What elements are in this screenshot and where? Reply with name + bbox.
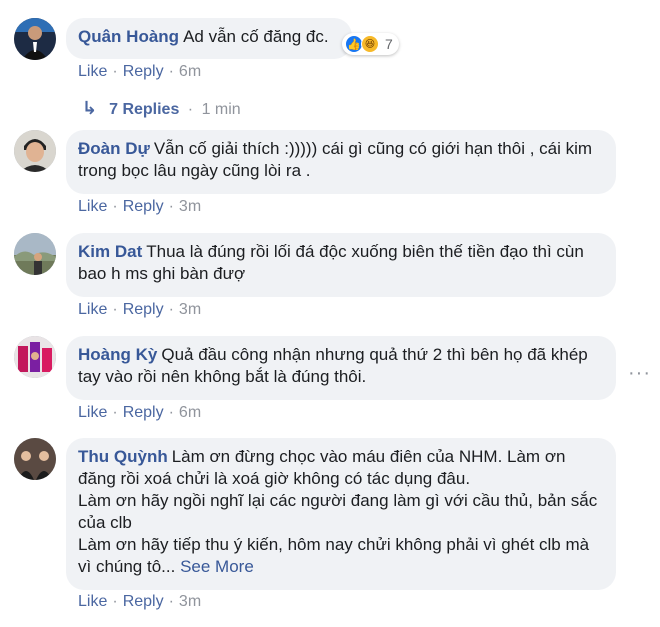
timestamp[interactable]: 3m xyxy=(179,301,201,318)
separator: · xyxy=(112,301,118,318)
avatar[interactable] xyxy=(14,18,56,60)
commenter-name[interactable]: Hoàng Kỳ xyxy=(78,345,157,364)
haha-icon: 😆 xyxy=(361,35,379,53)
avatar-photo xyxy=(14,233,56,275)
like-link[interactable]: Like xyxy=(78,301,107,318)
reply-link[interactable]: Reply xyxy=(123,63,164,80)
more-options-icon[interactable]: ··· xyxy=(628,362,651,385)
reaction-summary[interactable]: 👍 😆 7 xyxy=(342,33,399,55)
comment-text: Ad vẫn cố đăng đc. xyxy=(183,27,329,46)
avatar[interactable] xyxy=(14,438,56,480)
avatar[interactable] xyxy=(14,130,56,172)
reply-link[interactable]: Reply xyxy=(123,404,164,421)
reply-link[interactable]: Reply xyxy=(123,593,164,610)
separator: · xyxy=(112,63,118,80)
comment-bubble: Thu Quỳnh Làm ơn đừng chọc vào máu điên c… xyxy=(66,438,616,590)
timestamp[interactable]: 3m xyxy=(179,198,201,215)
comment-text: Thua là đúng rồi lối đá độc xuống biên t… xyxy=(78,242,584,283)
separator: · xyxy=(112,198,118,215)
comment-bubble: Quân Hoàng Ad vẫn cố đăng đc. xyxy=(66,18,352,59)
comment-bubble: Kim Dat Thua là đúng rồi lối đá độc xuống… xyxy=(66,233,616,297)
timestamp[interactable]: 6m xyxy=(179,404,201,421)
replies-time: 1 min xyxy=(201,101,241,118)
reaction-count: 7 xyxy=(385,36,393,52)
like-link[interactable]: Like xyxy=(78,593,107,610)
separator: · xyxy=(112,593,118,610)
separator: · xyxy=(168,63,174,80)
separator: · xyxy=(112,404,118,421)
comment-bubble: Đoàn Dự Vẫn cố giải thích :))))) cái gì c… xyxy=(66,130,616,194)
like-link[interactable]: Like xyxy=(78,404,107,421)
commenter-name[interactable]: Thu Quỳnh xyxy=(78,447,168,466)
separator: · xyxy=(168,198,174,215)
replies-count[interactable]: 7 Replies xyxy=(109,101,179,118)
comment-text-line-2: Làm ơn hãy ngồi nghĩ lại các người đang … xyxy=(78,491,598,532)
comment-actions: Like · Reply · 6m xyxy=(78,404,201,422)
replies-separator: · xyxy=(183,101,198,118)
avatar[interactable] xyxy=(14,336,56,378)
comment-text: Vẫn cố giải thích :))))) cái gì cũng có … xyxy=(78,139,593,180)
commenter-name[interactable]: Kim Dat xyxy=(78,242,142,261)
avatar-photo xyxy=(14,336,56,378)
comment-actions: Like · Reply · 3m xyxy=(78,593,201,611)
reply-link[interactable]: Reply xyxy=(123,301,164,318)
avatar-photo xyxy=(14,18,56,60)
comment-bubble: Hoàng Kỳ Quả đầu công nhận nhưng quả thứ … xyxy=(66,336,616,400)
view-replies-link[interactable]: ↳ 7 Replies · 1 min xyxy=(82,98,241,119)
separator: · xyxy=(168,301,174,318)
separator: · xyxy=(168,404,174,421)
comment-actions: Like · Reply · 3m xyxy=(78,301,201,319)
separator: · xyxy=(168,593,174,610)
reply-arrow-icon: ↳ xyxy=(82,98,98,118)
see-more-link[interactable]: See More xyxy=(180,557,254,576)
comment-actions: Like · Reply · 3m xyxy=(78,198,201,216)
commenter-name[interactable]: Quân Hoàng xyxy=(78,27,179,46)
avatar-photo xyxy=(14,438,56,480)
avatar-photo xyxy=(14,130,56,172)
comment-actions: Like · Reply · 6m xyxy=(78,63,201,81)
avatar[interactable] xyxy=(14,233,56,275)
like-link[interactable]: Like xyxy=(78,63,107,80)
like-link[interactable]: Like xyxy=(78,198,107,215)
timestamp[interactable]: 3m xyxy=(179,593,201,610)
timestamp[interactable]: 6m xyxy=(179,63,201,80)
comment-text-line-3: Làm ơn hãy tiếp thu ý kiến, hôm nay chửi… xyxy=(78,535,590,576)
reply-link[interactable]: Reply xyxy=(123,198,164,215)
commenter-name[interactable]: Đoàn Dự xyxy=(78,139,150,158)
